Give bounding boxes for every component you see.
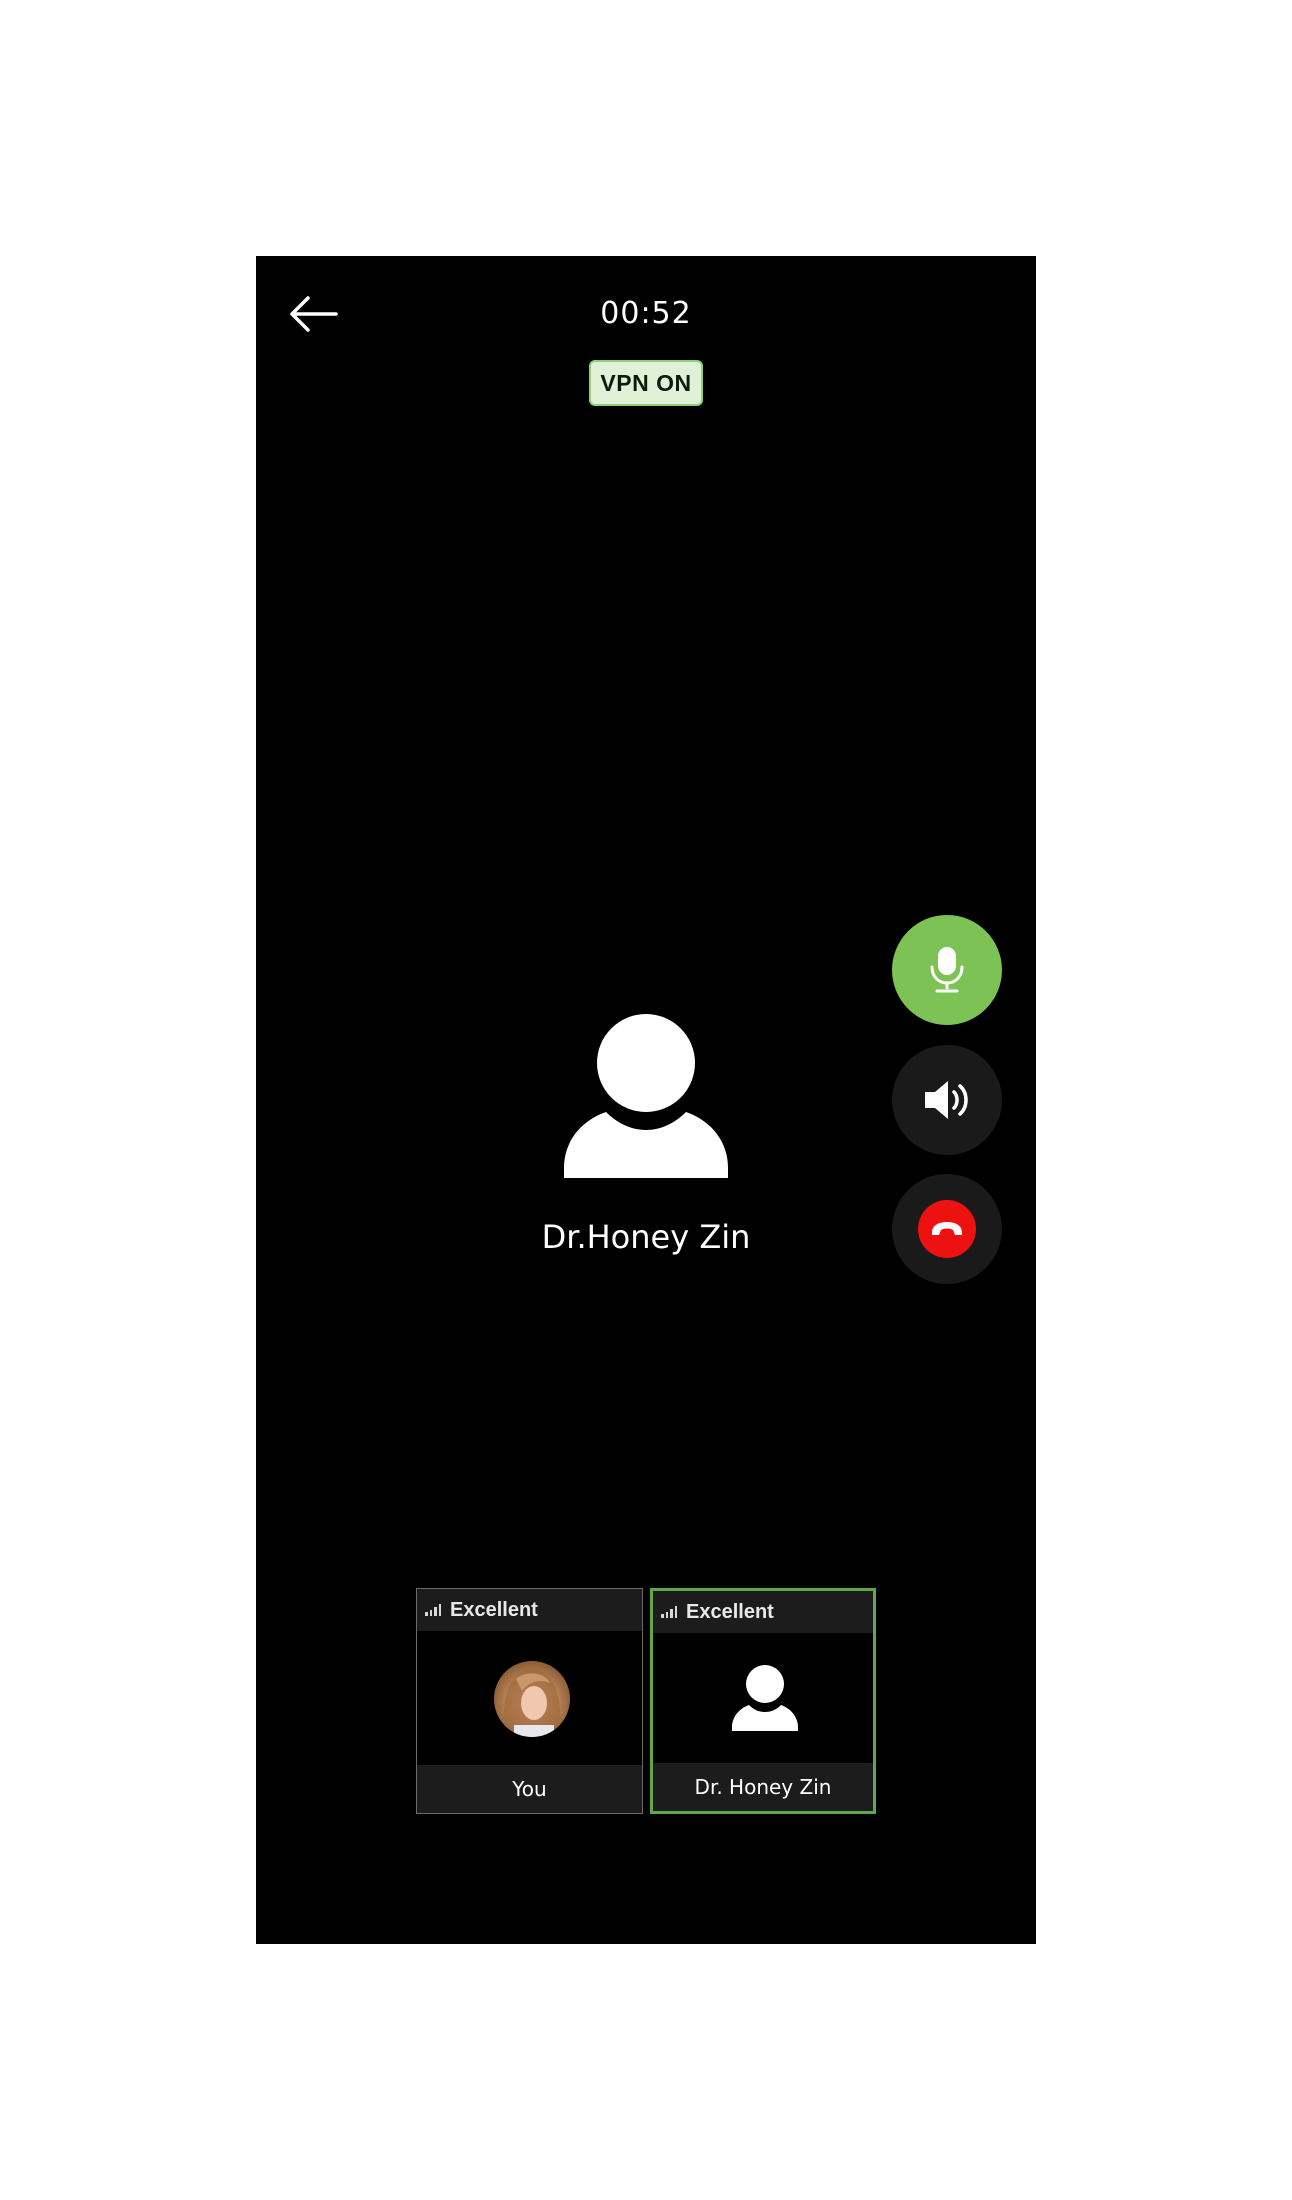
end-call-circle: [918, 1200, 976, 1258]
connection-quality: Excellent: [686, 1600, 774, 1623]
signal-strength-icon: [661, 1606, 677, 1618]
tile-header: Excellent: [417, 1589, 642, 1631]
tile-header: Excellent: [653, 1591, 873, 1633]
mute-button[interactable]: [892, 915, 1002, 1025]
microphone-icon: [930, 947, 964, 993]
hang-up-icon: [932, 1222, 962, 1235]
participant-tile-you[interactable]: Excellent You: [416, 1588, 643, 1814]
participant-label: You: [417, 1765, 642, 1813]
user-avatar-photo: [494, 1661, 570, 1737]
end-call-button[interactable]: [892, 1174, 1002, 1284]
speaker-button[interactable]: [892, 1045, 1002, 1155]
call-timer: 00:52: [600, 296, 692, 331]
call-screen: 00:52 VPN ON Dr.Honey Zin Excellent You …: [256, 256, 1036, 1944]
signal-strength-icon: [425, 1604, 441, 1616]
page-background: 00:52 VPN ON Dr.Honey Zin Excellent You …: [0, 0, 1292, 2200]
participant-tile-doctor[interactable]: Excellent Dr. Honey Zin: [650, 1588, 876, 1814]
vpn-status-badge: VPN ON: [589, 360, 703, 406]
person-icon: [732, 1665, 798, 1731]
connection-quality: Excellent: [450, 1598, 538, 1621]
participant-label: Dr. Honey Zin: [653, 1763, 873, 1811]
speaker-icon: [925, 1081, 968, 1119]
caller-avatar-icon: [564, 1014, 728, 1178]
